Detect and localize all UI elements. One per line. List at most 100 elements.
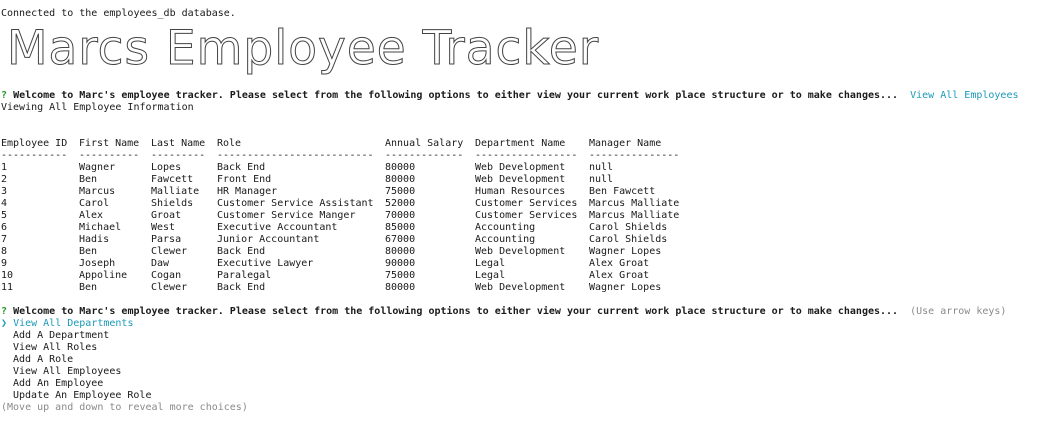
- table-cell: Hadis: [79, 234, 110, 245]
- table-cell: Carol Shields: [589, 234, 668, 245]
- column-header: Annual Salary: [385, 138, 464, 149]
- table-cell: 80000: [385, 246, 416, 257]
- table-cell: 80000: [385, 174, 416, 185]
- table-cell: 10: [1, 270, 14, 281]
- viewing-message: Viewing All Employee Information: [1, 102, 194, 113]
- table-cell: West: [151, 222, 176, 233]
- table-cell: Shields: [151, 198, 194, 209]
- table-cell: Human Resources: [475, 186, 566, 197]
- table-cell: Wagner Lopes: [589, 246, 662, 257]
- table-row: 6 Michael West Executive Accountant 85000 Acc…: [1, 222, 699, 234]
- table-cell: HR Manager: [217, 186, 278, 197]
- table-cell: 4: [1, 198, 8, 209]
- header-underline: -----------------: [475, 150, 578, 161]
- column-header: Employee ID: [1, 138, 68, 149]
- table-cell: 75000: [385, 186, 416, 197]
- table-cell: Customer Service Assistant: [217, 198, 374, 209]
- table-cell: Joseph: [79, 258, 116, 269]
- menu-item[interactable]: Add An Employee: [1, 378, 1051, 390]
- connection-message: Connected to the employees_db database.: [1, 8, 236, 19]
- table-cell: 1: [1, 162, 8, 173]
- banner-title: Marcs Employee Tracker: [6, 21, 600, 76]
- column-header: Manager Name: [589, 138, 662, 149]
- table-cell: Web Development: [475, 162, 566, 173]
- table-cell: Ben Fawcett: [589, 186, 656, 197]
- table-cell: Alex Groat: [589, 270, 650, 281]
- menu-item[interactable]: View All Roles: [1, 342, 1051, 354]
- table-cell: Alex: [79, 210, 104, 221]
- prompt-question-mark: ?: [1, 306, 8, 317]
- menu-item-label: View All Departments: [13, 318, 134, 329]
- table-cell: Wagner Lopes: [589, 282, 662, 293]
- table-cell: Wagner: [79, 162, 116, 173]
- table-cell: 7: [1, 234, 8, 245]
- table-cell: null: [589, 162, 614, 173]
- table-cell: 9: [1, 258, 8, 269]
- table-cell: Customer Service Manger: [217, 210, 356, 221]
- table-cell: Legal: [475, 258, 506, 269]
- table-row: 11 Ben Clewer Back End 80000 Web Development W…: [1, 282, 699, 294]
- table-cell: Marcus Malliate: [589, 210, 680, 221]
- table-cell: Clewer: [151, 246, 188, 257]
- column-header: First Name: [79, 138, 140, 149]
- menu-item[interactable]: Add A Role: [1, 354, 1051, 366]
- table-cell: Back End: [217, 162, 266, 173]
- table-cell: Lopes: [151, 162, 182, 173]
- pointer-icon: ❯: [1, 318, 8, 329]
- table-cell: Ben: [79, 174, 98, 185]
- menu-item-selected[interactable]: ❯ View All Departments: [1, 318, 1051, 330]
- table-cell: Carol Shields: [589, 222, 668, 233]
- prompt-answer: View All Employees: [910, 90, 1019, 101]
- table-cell: Alex Groat: [589, 258, 650, 269]
- ascii-banner: Marcs Employee Tracker: [1, 20, 1051, 82]
- column-header: Department Name: [475, 138, 566, 149]
- table-row: 9 Joseph Daw Executive Lawyer 90000 Legal Alex…: [1, 258, 699, 270]
- table-cell: 90000: [385, 258, 416, 269]
- table-cell: Executive Lawyer: [217, 258, 314, 269]
- table-cell: 67000: [385, 234, 416, 245]
- table-cell: Web Development: [475, 246, 566, 257]
- table-row: 2 Ben Fawcett Front End 80000 Web Development…: [1, 174, 699, 186]
- arrow-keys-hint: (Use arrow keys): [910, 306, 1007, 317]
- menu-item[interactable]: Update An Employee Role: [1, 390, 1051, 402]
- header-underline: --------------------------: [217, 150, 374, 161]
- table-cell: 2: [1, 174, 8, 185]
- table-row: 8 Ben Clewer Back End 80000 Web Development Wa…: [1, 246, 699, 258]
- table-cell: Web Development: [475, 174, 566, 185]
- column-header: Role: [217, 138, 242, 149]
- menu-footer-hint: (Move up and down to reveal more choices…: [1, 402, 248, 413]
- table-cell: Carol: [79, 198, 110, 209]
- table-cell: Front End: [217, 174, 272, 185]
- table-cell: Fawcett: [151, 174, 194, 185]
- table-cell: 8: [1, 246, 8, 257]
- table-cell: 6: [1, 222, 8, 233]
- prompt-line-1: ? Welcome to Marc's employee tracker. Pl…: [1, 90, 1051, 102]
- column-header: Last Name: [151, 138, 206, 149]
- table-cell: Accounting: [475, 234, 536, 245]
- prompt-question-mark: ?: [1, 90, 8, 101]
- header-underline: -----------: [1, 150, 68, 161]
- menu-item[interactable]: View All Employees: [1, 366, 1051, 378]
- table-cell: Back End: [217, 282, 266, 293]
- table-row: 4 Carol Shields Customer Service Assistant 5…: [1, 198, 699, 210]
- table-cell: Malliate: [151, 186, 200, 197]
- menu-item[interactable]: Add A Department: [1, 330, 1051, 342]
- terminal: Connected to the employees_db database. …: [1, 8, 1051, 414]
- table-row: 1 Wagner Lopes Back End 80000 Web Development…: [1, 162, 699, 174]
- table-body: 1 Wagner Lopes Back End 80000 Web Development…: [1, 162, 699, 294]
- table-cell: Michael: [79, 222, 122, 233]
- table-cell: 80000: [385, 282, 416, 293]
- table-cell: 3: [1, 186, 8, 197]
- table-cell: null: [589, 174, 614, 185]
- table-cell: Executive Accountant: [217, 222, 338, 233]
- table-cell: Web Development: [475, 282, 566, 293]
- table-cell: Customer Services: [475, 210, 578, 221]
- prompt-question: Welcome to Marc's employee tracker. Plea…: [13, 90, 899, 101]
- table-cell: Daw: [151, 258, 170, 269]
- table-cell: 80000: [385, 162, 416, 173]
- table-cell: Parsa: [151, 234, 182, 245]
- header-underline: ---------------: [589, 150, 680, 161]
- table-row: 5 Alex Groat Customer Service Manger 70000 Cu…: [1, 210, 699, 222]
- table-cell: 52000: [385, 198, 416, 209]
- table-cell: Cogan: [151, 270, 182, 281]
